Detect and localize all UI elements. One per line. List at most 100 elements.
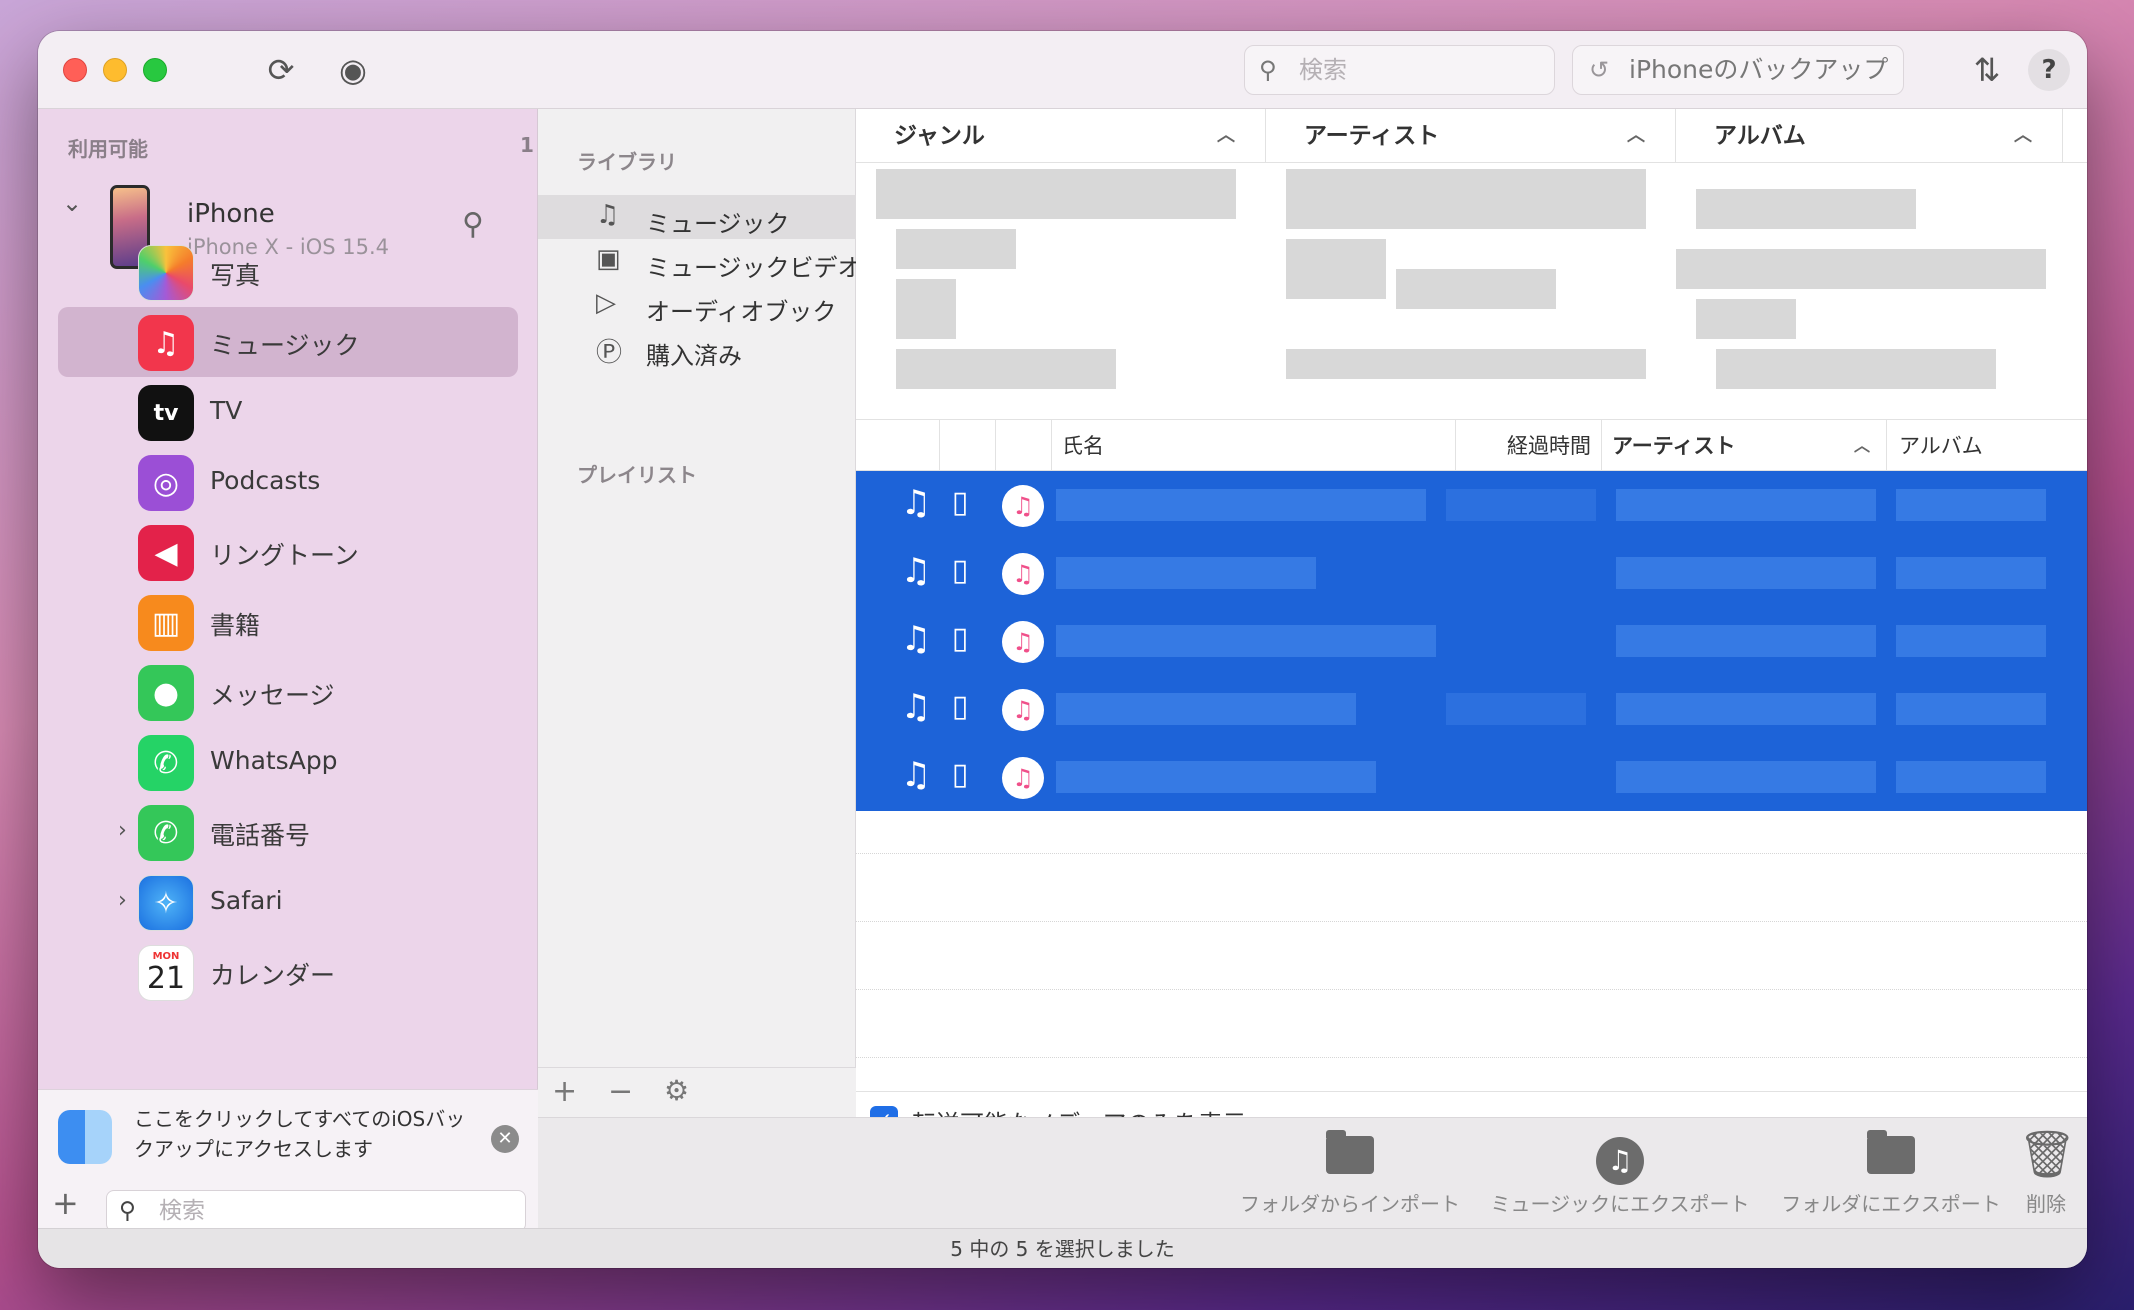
- close-window-button[interactable]: [63, 58, 87, 82]
- search-input[interactable]: ⚲ 検索: [1244, 45, 1555, 95]
- sidebar-item-label: Safari: [210, 886, 283, 915]
- music-note-icon: ♫: [596, 200, 620, 230]
- album-list-column-header[interactable]: アルバム: [1887, 420, 2087, 472]
- gear-icon[interactable]: ⚙: [664, 1074, 689, 1107]
- search-placeholder: 検索: [1299, 56, 1347, 84]
- browser-header: ジャンル ︿ アーティスト ︿ アルバム ︿: [856, 109, 2087, 163]
- help-button[interactable]: ?: [2028, 49, 2070, 91]
- books-icon: ▥: [138, 595, 194, 651]
- sidebar-item-music[interactable]: ♫ ミュージック: [58, 307, 518, 377]
- calendar-icon: MON 21: [138, 945, 194, 1001]
- sidebar-item-calendar[interactable]: MON 21 カレンダー: [58, 937, 518, 1007]
- table-row[interactable]: ♫ ▯ ♫: [856, 675, 2087, 743]
- music-note-icon: ♫: [900, 755, 932, 795]
- library-item-music-videos[interactable]: ▣ ミュージックビデオ: [538, 239, 862, 283]
- notice-text: ここをクリックしてすべてのiOSバックアップにアクセスします: [134, 1107, 466, 1161]
- album-list[interactable]: [1676, 169, 2066, 409]
- genre-column-label: ジャンル: [894, 123, 985, 149]
- add-playlist-icon[interactable]: +: [552, 1074, 577, 1109]
- table-row[interactable]: ♫ ▯ ♫: [856, 607, 2087, 675]
- sidebar-item-podcasts[interactable]: ◎ Podcasts: [58, 447, 518, 517]
- eye-icon[interactable]: ◉: [332, 49, 374, 91]
- import-folder-button[interactable]: フォルダからインポート: [1236, 1128, 1464, 1217]
- library-item-purchased[interactable]: Ⓟ 購入済み: [538, 327, 856, 371]
- refresh-icon[interactable]: ⟳: [260, 49, 302, 91]
- device-column-header[interactable]: [940, 420, 996, 472]
- album-column-header[interactable]: アルバム ︿: [1676, 109, 2063, 163]
- photos-icon: [138, 245, 194, 301]
- sidebar-item-label: TV: [210, 396, 243, 425]
- sidebar-item-tv[interactable]: tv TV: [58, 377, 518, 447]
- duration-column-header[interactable]: 経過時間: [1456, 420, 1602, 472]
- sidebar-item-label: 書籍: [210, 611, 261, 640]
- music-icon: ♫: [138, 315, 194, 371]
- library-title: ライブラリ: [577, 150, 677, 174]
- sidebar-footer: + ⚲ 検索: [38, 1184, 538, 1232]
- backup-button[interactable]: ↺ iPhoneのバックアップ: [1572, 45, 1904, 95]
- library-footer: + − ⚙: [538, 1067, 856, 1117]
- transfer-arrows-icon[interactable]: ⇅: [1966, 49, 2008, 91]
- itunes-icon: ♫: [1002, 553, 1044, 595]
- music-note-icon: ♫: [900, 687, 932, 727]
- backup-notice[interactable]: ここをクリックしてすべてのiOSバックアップにアクセスします ✕: [38, 1089, 538, 1184]
- library-item-music[interactable]: ♫ ミュージック: [538, 195, 856, 239]
- close-icon[interactable]: ✕: [491, 1125, 519, 1153]
- artist-list-column-header[interactable]: アーティスト ︿: [1602, 420, 1887, 472]
- titlebar: ⟳ ◉ ⚲ 検索 ↺ iPhoneのバックアップ ⇅ ?: [38, 31, 2087, 109]
- delete-button[interactable]: 🗑 削除: [2018, 1128, 2076, 1217]
- itunes-icon: ♫: [1002, 689, 1044, 731]
- artist-column-header[interactable]: アーティスト ︿: [1266, 109, 1676, 163]
- sidebar-item-ringtones[interactable]: ◀ リングトーン: [58, 517, 518, 587]
- chevron-right-icon[interactable]: ›: [118, 818, 127, 843]
- sidebar-item-safari[interactable]: › ✧ Safari: [58, 867, 518, 937]
- sort-up-icon: ︿: [1217, 125, 1235, 146]
- artist-list[interactable]: [1286, 169, 1666, 409]
- library-item-audiobooks[interactable]: ▷ オーディオブック: [538, 283, 856, 327]
- sidebar-search-input[interactable]: ⚲ 検索: [106, 1190, 526, 1232]
- chevron-down-icon[interactable]: ⌄: [62, 189, 82, 217]
- import-folder-label: フォルダからインポート: [1240, 1192, 1460, 1216]
- export-folder-button[interactable]: フォルダにエクスポート: [1776, 1128, 2006, 1217]
- history-icon: ↺: [1589, 56, 1610, 84]
- library-item-label: ミュージック: [646, 210, 790, 238]
- table-row[interactable]: ♫ ▯ ♫: [856, 539, 2087, 607]
- sidebar-item-photos[interactable]: 写真: [58, 237, 518, 307]
- table-row[interactable]: ♫ ▯ ♫: [856, 471, 2087, 539]
- sidebar-section-title: 利用可能: [68, 137, 148, 161]
- sidebar-item-books[interactable]: ▥ 書籍: [58, 587, 518, 657]
- row-divider: [856, 1057, 2087, 1058]
- app-window: ⟳ ◉ ⚲ 検索 ↺ iPhoneのバックアップ ⇅ ? 利用可能 1 ⌄ iP…: [38, 31, 2087, 1268]
- export-music-button[interactable]: ♫ ミュージックにエクスポート: [1486, 1128, 1754, 1217]
- music-note-icon: ♫: [900, 483, 932, 523]
- type-column-header[interactable]: [856, 420, 940, 472]
- export-music-label: ミュージックにエクスポート: [1490, 1192, 1750, 1216]
- name-column-header[interactable]: 氏名: [1052, 420, 1456, 472]
- device-name[interactable]: iPhone: [187, 199, 275, 229]
- sidebar-item-label: カレンダー: [210, 961, 336, 990]
- purchased-icon: Ⓟ: [596, 338, 623, 368]
- sidebar-search-placeholder: 検索: [159, 1198, 205, 1224]
- minimize-window-button[interactable]: [103, 58, 127, 82]
- sidebar-item-whatsapp[interactable]: ✆ WhatsApp: [58, 727, 518, 797]
- messages-icon: ●: [138, 665, 194, 721]
- export-folder-label: フォルダにエクスポート: [1781, 1192, 2001, 1216]
- add-icon[interactable]: +: [52, 1184, 79, 1222]
- bottom-toolbar: フォルダからインポート ♫ ミュージックにエクスポート フォルダにエクスポート …: [538, 1117, 2087, 1228]
- sort-up-icon: ︿: [1627, 125, 1645, 146]
- zoom-window-button[interactable]: [143, 58, 167, 82]
- sort-up-icon: ︿: [1853, 436, 1870, 455]
- table-row[interactable]: ♫ ▯ ♫: [856, 743, 2087, 811]
- chevron-right-icon[interactable]: ›: [118, 888, 127, 913]
- phone-device-icon: ▯: [951, 485, 969, 520]
- sidebar-item-messages[interactable]: ● メッセージ: [58, 657, 518, 727]
- artist-column-label: アーティスト: [1304, 123, 1440, 149]
- genre-list[interactable]: [876, 169, 1256, 409]
- remove-playlist-icon[interactable]: −: [608, 1074, 633, 1109]
- track-list-header: 氏名 経過時間 アーティスト ︿ アルバム: [856, 419, 2087, 472]
- source-column-header[interactable]: [996, 420, 1052, 472]
- sidebar-item-phone[interactable]: › ✆ 電話番号: [58, 797, 518, 867]
- album-column-label: アルバム: [1714, 123, 1806, 149]
- genre-column-header[interactable]: ジャンル ︿: [856, 109, 1266, 163]
- row-divider: [856, 853, 2087, 854]
- music-note-icon: ♫: [900, 619, 932, 659]
